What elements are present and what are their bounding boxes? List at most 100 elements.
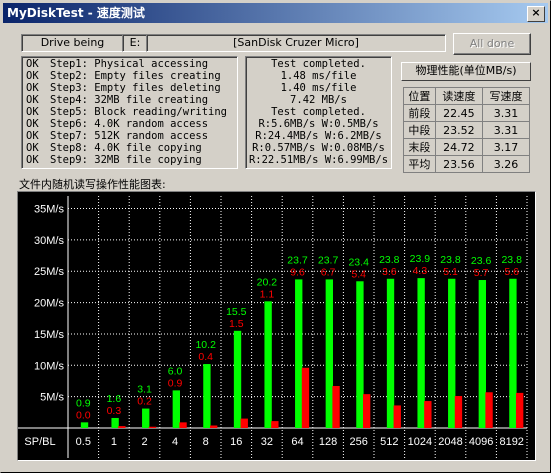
write-bar — [485, 392, 493, 428]
read-bar — [509, 278, 517, 428]
result-row: R:24.4MB/s W:6.2MB/s — [255, 130, 382, 142]
read-value-label: 23.6 — [471, 255, 492, 267]
speed-table-cell: 前段 — [403, 104, 436, 122]
read-bar — [80, 422, 89, 428]
y-tick-label: 5M/s — [40, 392, 64, 404]
result-row: R:0.57MB/s W:0.08MB/s — [252, 142, 385, 154]
read-bar — [142, 408, 150, 428]
result-row: Test completed. — [271, 106, 366, 118]
read-value-label: 23.8 — [501, 254, 522, 266]
x-tick-label: 16 — [230, 436, 242, 448]
x-tick-label: 8 — [203, 436, 209, 448]
corner-label: SP/BL — [24, 436, 55, 448]
speed-table-cell: 23.56 — [434, 155, 483, 173]
speed-table-title-box: 物理性能(单位MB/s) — [401, 62, 531, 81]
result-row: R:5.6MB/s W:0.5MB/s — [258, 118, 379, 130]
read-value-label: 1.6 — [107, 393, 122, 405]
y-tick-label: 35M/s — [34, 204, 64, 216]
read-value-label: 23.8 — [440, 254, 461, 266]
result-row: 7.42 MB/s — [290, 94, 347, 106]
x-tick-label: 128 — [319, 436, 337, 448]
results-panel: Test completed. 1.48 ms/file 1.40 ms/file 7… — [245, 56, 392, 169]
speed-table-header-cell: 读速度 — [434, 87, 483, 105]
write-value-label: 3.6 — [382, 266, 397, 278]
read-value-label: 23.8 — [379, 254, 400, 266]
write-value-label: 0.9 — [168, 377, 183, 389]
result-row: 1.48 ms/file — [280, 70, 357, 82]
write-value-label: 4.3 — [413, 265, 428, 277]
speed-table-cell: 3.26 — [481, 155, 531, 173]
speed-table-cell: 24.72 — [434, 138, 483, 156]
step-status: OK — [26, 118, 39, 130]
read-bar — [417, 278, 425, 428]
read-bar — [356, 281, 364, 428]
read-bar — [111, 417, 119, 428]
read-bar — [448, 278, 456, 428]
speed-table-cell: 末段 — [403, 138, 436, 156]
step-status: OK — [26, 142, 39, 154]
step-row: OK Step4: 32MB file creating — [22, 94, 208, 106]
x-tick-label: 32 — [261, 436, 273, 448]
x-tick-label: 512 — [380, 436, 398, 448]
all-done-button[interactable]: All done — [453, 33, 531, 55]
window-title: MyDiskTest - 速度测试 — [7, 6, 145, 20]
x-tick-label: 4096 — [469, 436, 493, 448]
step-text: Step2: Empty files creating — [50, 70, 221, 82]
y-tick-label: 30M/s — [34, 235, 64, 247]
write-bar — [271, 421, 279, 428]
x-tick-label: 256 — [350, 436, 368, 448]
write-value-label: 9.6 — [290, 266, 305, 278]
y-tick-label: 20M/s — [34, 298, 64, 310]
speed-table-cell: 22.45 — [434, 104, 483, 122]
read-bar — [233, 330, 242, 428]
read-value-label: 23.7 — [318, 254, 339, 266]
speed-table-header: 位置 读速度 写速度 — [403, 87, 531, 105]
step-status: OK — [26, 58, 39, 70]
steps-panel: OK Step1: Physical accessing OK Step2: Empt… — [21, 56, 238, 169]
performance-chart: 5M/s 10M/s 15M/s 20M/s 25M/s 30M/s 35M/s SP/BL 0… — [17, 191, 536, 461]
read-value-label: 0.9 — [76, 397, 91, 409]
write-value-label: 5.6 — [504, 266, 519, 278]
drive-letter-box: E: — [122, 34, 148, 52]
step-row: OK Step3: Empty files deleting — [22, 82, 221, 94]
step-status: OK — [26, 70, 39, 82]
read-value-label: 20.2 — [257, 276, 278, 288]
result-row: 1.40 ms/file — [280, 82, 357, 94]
speed-table-header-cell: 写速度 — [481, 87, 531, 105]
result-row: R:22.51MB/s W:6.99MB/s — [248, 154, 389, 166]
write-bar — [148, 426, 157, 428]
speed-table-header-cell: 位置 — [403, 87, 436, 105]
x-tick-label: 4 — [172, 436, 178, 448]
x-tick-label: 1024 — [408, 436, 432, 448]
drive-label: Drive being — [40, 36, 105, 49]
write-value-label: 0.0 — [76, 409, 91, 421]
speed-table-cell: 平均 — [403, 155, 436, 173]
speed-table-cell: 中段 — [403, 121, 436, 139]
speed-table-row: 末段 24.72 3.17 — [403, 138, 531, 156]
write-bar — [240, 418, 248, 428]
app-window: MyDiskTest - 速度测试 × Drive being E: [SanD… — [0, 0, 551, 473]
write-value-label: 1.1 — [260, 288, 275, 300]
close-button[interactable]: × — [527, 6, 545, 22]
step-row: OK Step7: 512K random access — [22, 130, 208, 142]
read-value-label: 3.1 — [137, 384, 152, 396]
chart-caption: 文件内随机读写操作性能图表: — [19, 178, 166, 191]
chart-svg: 5M/s 10M/s 15M/s 20M/s 25M/s 30M/s 35M/s SP/BL 0… — [18, 196, 528, 458]
write-value-label: 0.4 — [198, 351, 213, 363]
title-bar[interactable]: MyDiskTest - 速度测试 × — [3, 3, 548, 23]
drive-label-box: Drive being — [21, 34, 124, 52]
step-text: Step5: Block reading/writing — [50, 106, 228, 118]
x-tick-label: 2 — [141, 436, 147, 448]
read-bar — [172, 390, 180, 428]
read-bar — [264, 301, 272, 428]
speed-table-cell: 3.17 — [481, 138, 531, 156]
result-row: Test completed. — [271, 58, 366, 70]
write-bar — [454, 396, 463, 428]
write-value-label: 0.2 — [137, 396, 152, 408]
step-row: OK Step6: 4.0K random access — [22, 118, 208, 130]
x-tick-label: 64 — [291, 436, 303, 448]
x-tick-label: 0.5 — [76, 436, 91, 448]
write-value-label: 5.1 — [443, 266, 458, 278]
speed-table-cell: 23.52 — [434, 121, 483, 139]
step-row: OK Step2: Empty files creating — [22, 70, 221, 82]
